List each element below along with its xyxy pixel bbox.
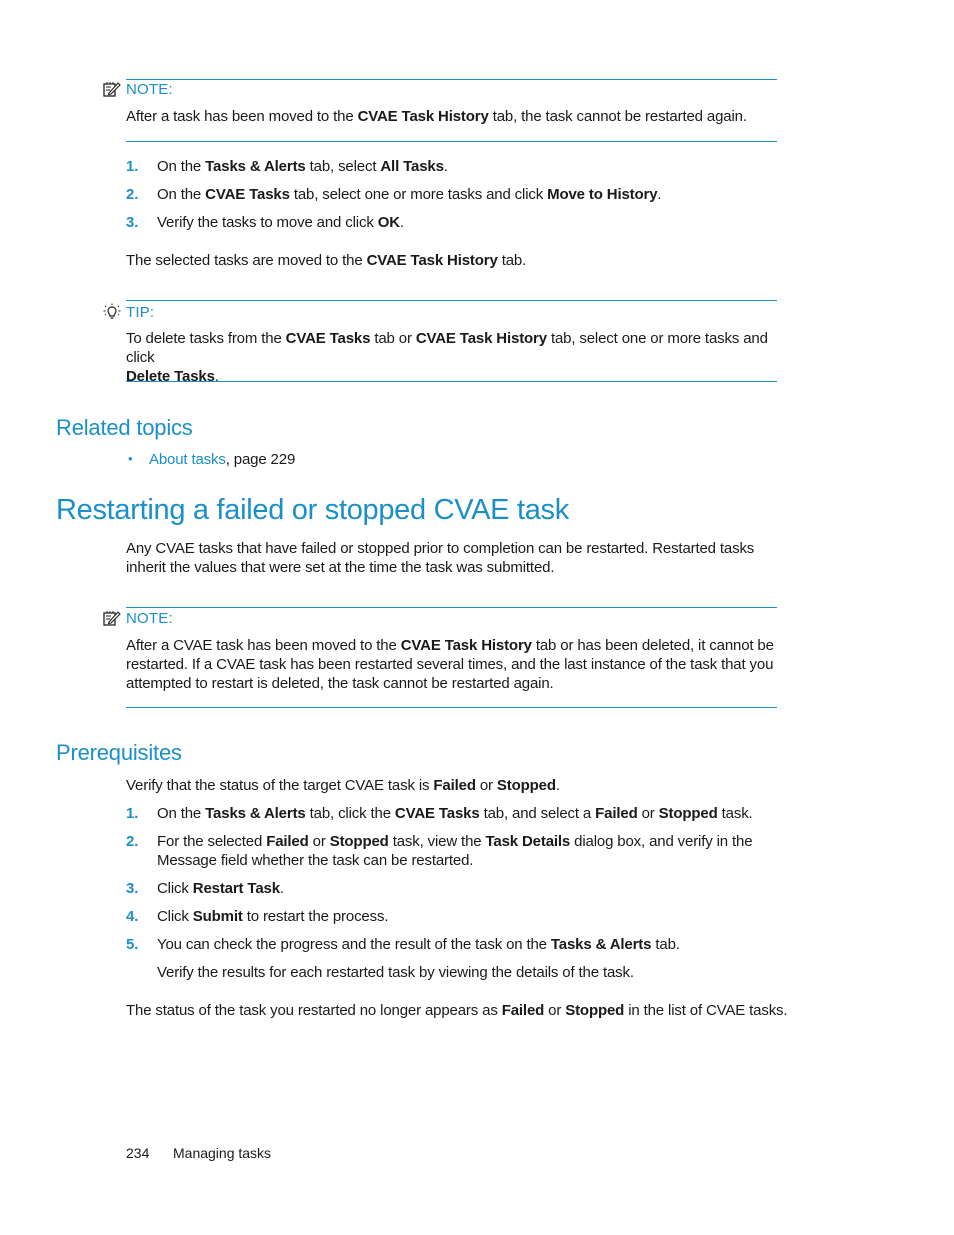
chapter-title: Managing tasks bbox=[173, 1145, 272, 1161]
prerequisites-heading: Prerequisites bbox=[56, 740, 182, 765]
note-top-rule bbox=[126, 607, 777, 608]
note-label: NOTE: bbox=[126, 610, 173, 627]
note-icon bbox=[103, 81, 121, 98]
note-header: NOTE: bbox=[103, 81, 173, 98]
note-top-rule bbox=[126, 79, 777, 80]
note-text: After a task has been moved to the CVAE … bbox=[126, 108, 747, 125]
bullet: • bbox=[128, 451, 133, 466]
section-title: Restarting a failed or stopped CVAE task bbox=[56, 494, 569, 526]
tip-label: TIP: bbox=[126, 303, 155, 321]
note-bottom-rule bbox=[126, 141, 777, 142]
tip-header: TIP: bbox=[103, 303, 154, 321]
result-text: The selected tasks are moved to the CVAE… bbox=[126, 252, 527, 269]
tip-top-rule bbox=[126, 300, 777, 301]
tip-text: To delete tasks from the CVAE Tasks tab … bbox=[126, 330, 768, 385]
lightbulb-icon bbox=[103, 303, 121, 321]
related-topics-heading: Related topics bbox=[56, 415, 193, 440]
section-intro: Any CVAE tasks that have failed or stopp… bbox=[126, 540, 755, 576]
note-header: NOTE: bbox=[103, 610, 173, 627]
note-bottom-rule bbox=[126, 707, 777, 708]
prerequisites-intro: Verify that the status of the target CVA… bbox=[126, 777, 560, 794]
tip-bottom-rule bbox=[126, 381, 777, 382]
note-icon bbox=[103, 610, 121, 627]
prerequisites-result: The status of the task you restarted no … bbox=[126, 1002, 788, 1019]
related-topic-item: About tasks, page 229 bbox=[149, 451, 296, 468]
about-tasks-link[interactable]: About tasks bbox=[149, 451, 226, 468]
note-text: After a CVAE task has been moved to the … bbox=[126, 637, 774, 692]
note-label: NOTE: bbox=[126, 81, 173, 98]
page-number: 234 bbox=[126, 1145, 150, 1161]
